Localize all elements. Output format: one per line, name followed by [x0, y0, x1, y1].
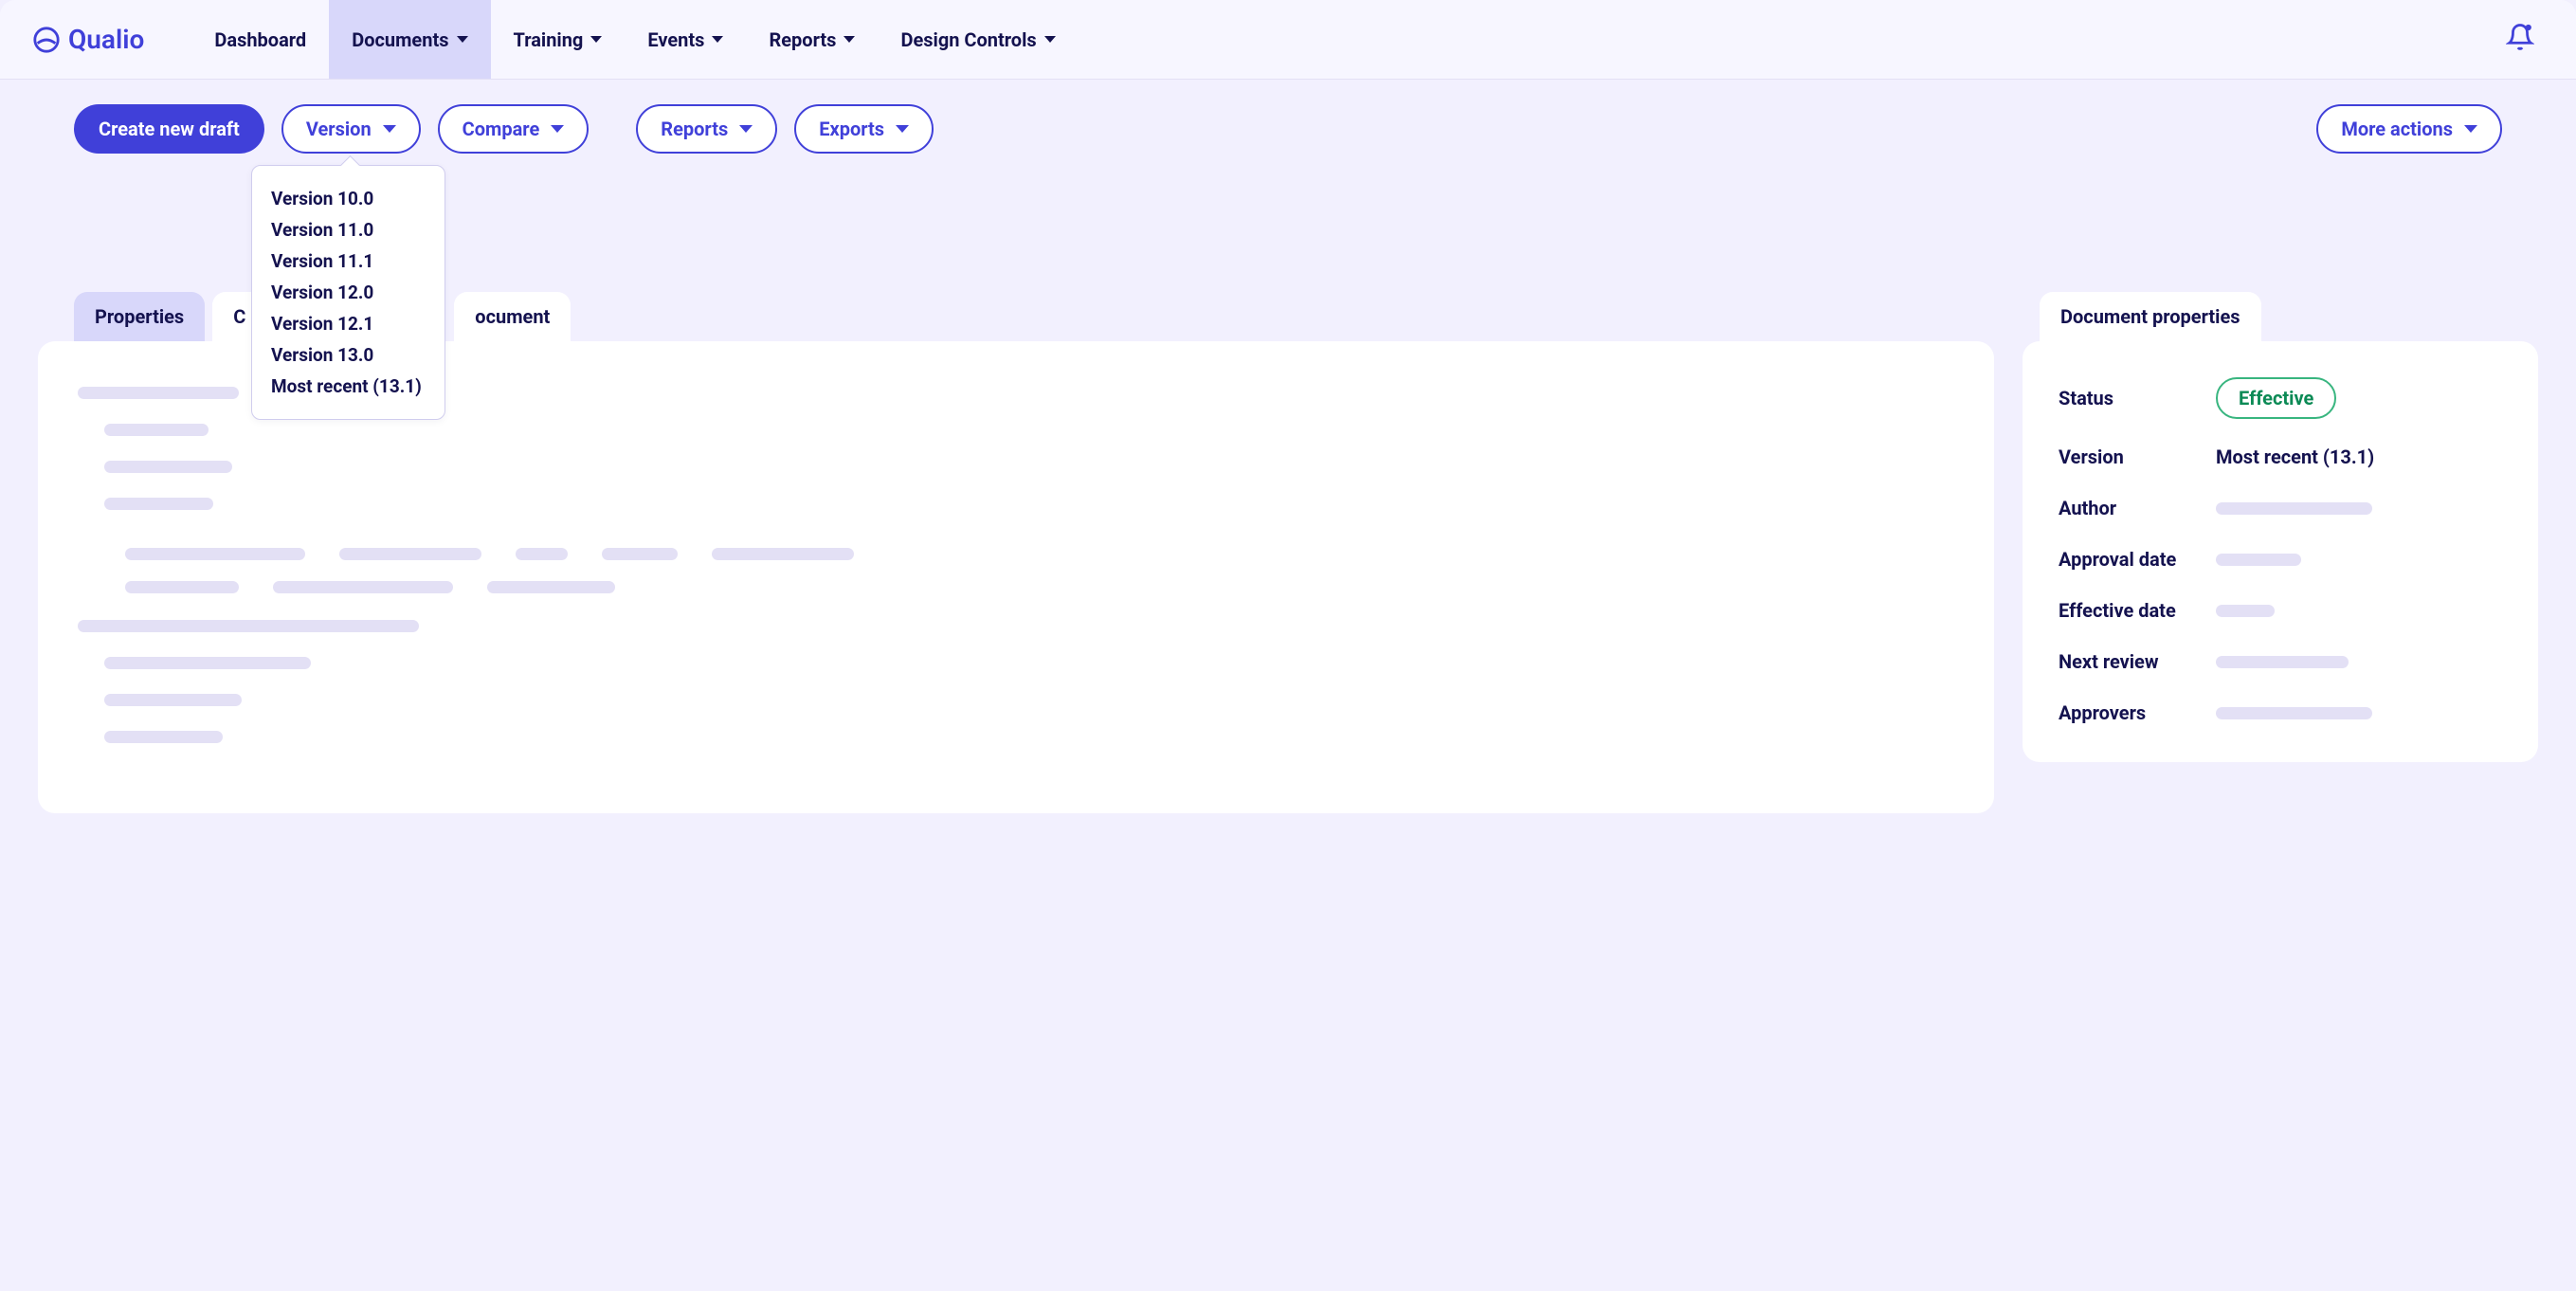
caret-down-icon: [896, 125, 909, 133]
version-dropdown: Version 10.0 Version 11.0 Version 11.1 V…: [251, 165, 445, 420]
skeleton-line: [2216, 502, 2372, 515]
skeleton-line: [602, 548, 678, 560]
skeleton-line: [125, 581, 239, 593]
caret-down-icon: [551, 125, 564, 133]
skeleton-line: [2216, 656, 2349, 668]
skeleton-line: [273, 581, 453, 593]
skeleton-line: [78, 620, 419, 632]
prop-row-effective-date: Effective date: [2059, 597, 2502, 624]
brand-logo[interactable]: Qualio: [32, 24, 144, 55]
nav-dashboard[interactable]: Dashboard: [191, 0, 329, 79]
version-option[interactable]: Most recent (13.1): [252, 371, 444, 402]
skeleton-line: [712, 548, 854, 560]
nav-reports[interactable]: Reports: [746, 0, 878, 79]
version-option[interactable]: Version 11.1: [252, 245, 444, 277]
skeleton-line: [2216, 707, 2372, 719]
nav-training[interactable]: Training: [491, 0, 626, 79]
caret-down-icon: [383, 125, 396, 133]
nav-events[interactable]: Events: [625, 0, 746, 79]
prop-label-version: Version: [2059, 445, 2216, 468]
top-nav: Qualio Dashboard Documents Training Even…: [0, 0, 2576, 80]
prop-row-version: Version Most recent (13.1): [2059, 444, 2502, 470]
skeleton-line: [2216, 554, 2301, 566]
prop-label-effective-date: Effective date: [2059, 599, 2216, 622]
skeleton-line: [487, 581, 615, 593]
caret-down-icon: [844, 36, 855, 43]
version-option[interactable]: Version 12.0: [252, 277, 444, 308]
skeleton-line: [104, 498, 213, 510]
sidebar-tab-document-properties[interactable]: Document properties: [2040, 292, 2261, 341]
skeleton-line: [125, 548, 305, 560]
skeleton-line: [516, 548, 568, 560]
exports-button[interactable]: Exports: [794, 104, 934, 154]
document-properties-card: Status Effective Version Most recent (13…: [2023, 341, 2538, 762]
compare-button[interactable]: Compare: [438, 104, 590, 154]
nav-design-controls[interactable]: Design Controls: [878, 0, 1078, 79]
more-actions-button[interactable]: More actions: [2316, 104, 2502, 154]
skeleton-line: [104, 694, 242, 706]
sidebar-panel: Document properties Status Effective Ver…: [2023, 292, 2538, 813]
skeleton-line: [2216, 605, 2275, 617]
prop-row-status: Status Effective: [2059, 377, 2502, 419]
prop-label-status: Status: [2059, 387, 2216, 409]
prop-row-author: Author: [2059, 495, 2502, 521]
prop-value-version: Most recent (13.1): [2216, 445, 2374, 468]
prop-row-approvers: Approvers: [2059, 700, 2502, 726]
version-button[interactable]: Version: [281, 104, 421, 154]
reports-button[interactable]: Reports: [636, 104, 777, 154]
version-option[interactable]: Version 11.0: [252, 214, 444, 245]
bell-icon: [2506, 23, 2534, 51]
skeleton-line: [104, 731, 223, 743]
prop-label-approvers: Approvers: [2059, 701, 2216, 724]
status-badge: Effective: [2216, 377, 2336, 419]
caret-down-icon: [739, 125, 753, 133]
prop-row-approval-date: Approval date: [2059, 546, 2502, 573]
caret-down-icon: [457, 36, 468, 43]
create-draft-button[interactable]: Create new draft: [74, 104, 264, 154]
version-option[interactable]: Version 10.0: [252, 183, 444, 214]
prop-row-next-review: Next review: [2059, 648, 2502, 675]
brand-name: Qualio: [68, 24, 144, 55]
skeleton-line: [104, 424, 209, 436]
skeleton-line: [339, 548, 481, 560]
notifications-button[interactable]: [2506, 23, 2557, 56]
version-option[interactable]: Version 12.1: [252, 308, 444, 339]
qualio-logo-icon: [32, 26, 61, 54]
tab-document[interactable]: ocument: [454, 292, 571, 341]
caret-down-icon: [2464, 125, 2477, 133]
skeleton-line: [104, 461, 232, 473]
caret-down-icon: [590, 36, 602, 43]
toolbar: Create new draft Version Compare Reports…: [0, 80, 2576, 178]
skeleton-line: [104, 657, 311, 669]
prop-label-next-review: Next review: [2059, 650, 2216, 673]
caret-down-icon: [712, 36, 723, 43]
tab-properties[interactable]: Properties: [74, 292, 205, 341]
caret-down-icon: [1044, 36, 1056, 43]
nav-documents[interactable]: Documents: [329, 0, 490, 79]
version-option[interactable]: Version 13.0: [252, 339, 444, 371]
app-container: Qualio Dashboard Documents Training Even…: [0, 0, 2576, 1291]
prop-label-approval-date: Approval date: [2059, 548, 2216, 571]
skeleton-line: [78, 387, 239, 399]
nav-items: Dashboard Documents Training Events Repo…: [191, 0, 1078, 79]
prop-label-author: Author: [2059, 497, 2216, 519]
